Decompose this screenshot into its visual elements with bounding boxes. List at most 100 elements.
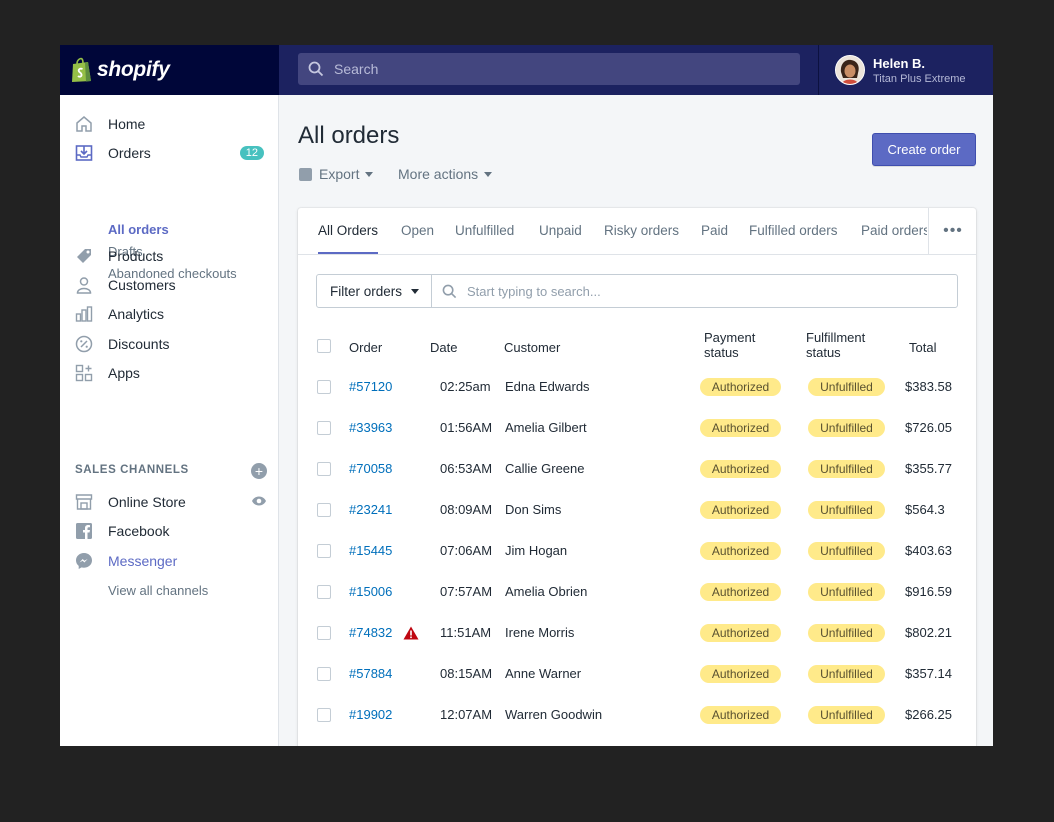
- order-total: $266.25: [905, 707, 952, 722]
- row-checkbox[interactable]: [317, 667, 331, 681]
- order-date: 06:53AM: [440, 461, 493, 476]
- row-checkbox[interactable]: [317, 503, 331, 517]
- sidebar-item-label: Facebook: [108, 523, 170, 539]
- column-header-payment-status[interactable]: Payment status: [704, 330, 755, 360]
- row-checkbox[interactable]: [317, 421, 331, 435]
- table-row[interactable]: #23241 08:09AM Don Sims Authorized Unfulfill…: [298, 489, 976, 530]
- sidebar-item-products[interactable]: Products: [74, 246, 264, 266]
- column-header-total[interactable]: Total: [909, 340, 936, 355]
- order-total: $357.14: [905, 666, 952, 681]
- sidebar-item-label: Discounts: [108, 336, 170, 352]
- more-actions-label: More actions: [398, 166, 479, 182]
- row-checkbox[interactable]: [317, 544, 331, 558]
- user-menu[interactable]: Helen B. Titan Plus Extreme: [818, 45, 993, 95]
- sidebar-item-orders[interactable]: Orders 12: [74, 143, 264, 163]
- facebook-icon: [74, 521, 94, 541]
- brand-area[interactable]: shopify: [60, 45, 279, 95]
- row-checkbox[interactable]: [317, 585, 331, 599]
- payment-status-badge: Authorized: [700, 706, 781, 724]
- table-row[interactable]: #15006 07:57AM Amelia Obrien Authorized Unfu…: [298, 571, 976, 612]
- order-total: $726.05: [905, 420, 952, 435]
- column-header-line: status: [704, 345, 739, 360]
- table-row[interactable]: #33963 01:56AM Amelia Gilbert Authorized Unf…: [298, 407, 976, 448]
- table-row[interactable]: #70058 06:53AM Callie Greene Authorized Unfu…: [298, 448, 976, 489]
- export-button[interactable]: Export: [299, 166, 374, 182]
- sidebar-item-apps[interactable]: Apps: [74, 363, 264, 383]
- add-channel-button[interactable]: +: [251, 463, 267, 479]
- tab-fulfilled-orders[interactable]: Fulfilled orders: [749, 208, 838, 254]
- store-icon: [74, 492, 94, 512]
- tab-unpaid[interactable]: Unpaid: [539, 208, 582, 254]
- order-total: $916.59: [905, 584, 952, 599]
- order-date: 07:06AM: [440, 543, 493, 558]
- tab-paid[interactable]: Paid: [701, 208, 728, 254]
- order-number-link[interactable]: #33963: [349, 407, 392, 448]
- table-row[interactable]: #57884 08:15AM Anne Warner Authorized Unfulf…: [298, 653, 976, 694]
- sidebar-channel-facebook[interactable]: Facebook: [74, 521, 264, 541]
- order-number-link[interactable]: #57120: [349, 366, 392, 407]
- column-header-customer[interactable]: Customer: [504, 340, 560, 355]
- customer-name: Callie Greene: [505, 461, 585, 476]
- sidebar-item-discounts[interactable]: Discounts: [74, 334, 264, 354]
- fulfillment-status-badge: Unfulfilled: [808, 583, 885, 601]
- row-checkbox[interactable]: [317, 708, 331, 722]
- search-icon: [442, 284, 457, 298]
- order-date: 08:09AM: [440, 502, 493, 517]
- order-search-input[interactable]: [465, 282, 929, 300]
- customer-name: Amelia Obrien: [505, 584, 588, 599]
- tab-paid-orders[interactable]: Paid orders: [861, 208, 927, 254]
- column-header-date[interactable]: Date: [430, 340, 457, 355]
- more-tabs-button[interactable]: •••: [928, 208, 977, 254]
- search-bar[interactable]: [298, 53, 800, 85]
- sidebar-subitem-all-orders[interactable]: All orders: [108, 222, 169, 237]
- app-window: shopify Helen B. Titan Plus Extreme: [60, 45, 993, 746]
- table-row[interactable]: #15445 07:06AM Jim Hogan Authorized Unfulfil…: [298, 530, 976, 571]
- more-actions-button[interactable]: More actions: [398, 166, 493, 182]
- order-number-link[interactable]: #74832: [349, 612, 392, 653]
- search-input[interactable]: [332, 60, 776, 78]
- view-all-channels-link[interactable]: View all channels: [108, 583, 208, 598]
- order-number-link[interactable]: #15006: [349, 571, 392, 612]
- column-header-line: status: [806, 345, 841, 360]
- user-name: Helen B.: [873, 55, 926, 71]
- column-header-order[interactable]: Order: [349, 340, 382, 355]
- table-row[interactable]: #19902 12:07AM Warren Goodwin Authorized Unf…: [298, 694, 976, 735]
- row-checkbox[interactable]: [317, 462, 331, 476]
- tab-unfulfilled[interactable]: Unfulfilled: [455, 208, 514, 254]
- avatar-face-icon: [836, 56, 864, 84]
- eye-icon[interactable]: [251, 494, 267, 510]
- fulfillment-status-badge: Unfulfilled: [808, 665, 885, 683]
- order-number-link[interactable]: #15445: [349, 530, 392, 571]
- table-row[interactable]: #57120 02:25am Edna Edwards Authorized Unful…: [298, 366, 976, 407]
- order-number-link[interactable]: #23241: [349, 489, 392, 530]
- sidebar-channel-messenger[interactable]: Messenger: [74, 551, 264, 571]
- avatar[interactable]: [835, 55, 865, 85]
- fulfillment-status-badge: Unfulfilled: [808, 624, 885, 642]
- select-all-checkbox[interactable]: [317, 339, 331, 353]
- order-date: 08:15AM: [440, 666, 493, 681]
- order-number-link[interactable]: #19902: [349, 694, 392, 735]
- tab-all-orders[interactable]: All Orders: [318, 208, 379, 254]
- orders-card: All Orders Open Unfulfilled Unpaid Risky…: [298, 208, 976, 746]
- table-row[interactable]: #74832 11:51AM Irene Morris Authorized Unful…: [298, 612, 976, 653]
- order-number-link[interactable]: #70058: [349, 448, 392, 489]
- tab-open[interactable]: Open: [401, 208, 434, 254]
- sidebar-item-label: Home: [108, 116, 146, 132]
- filter-orders-button[interactable]: Filter orders: [317, 275, 432, 307]
- sidebar-channel-online-store[interactable]: Online Store: [74, 492, 267, 512]
- sidebar-item-analytics[interactable]: Analytics: [74, 304, 264, 324]
- sidebar-item-label: Online Store: [108, 494, 186, 510]
- sidebar-item-home[interactable]: Home: [74, 114, 264, 134]
- order-date: 07:57AM: [440, 584, 493, 599]
- row-checkbox[interactable]: [317, 380, 331, 394]
- sidebar-item-customers[interactable]: Customers: [74, 275, 264, 295]
- create-order-button[interactable]: Create order: [872, 133, 976, 166]
- discount-icon: [74, 334, 94, 354]
- row-checkbox[interactable]: [317, 626, 331, 640]
- column-header-fulfillment-status[interactable]: Fulfillment status: [806, 330, 865, 360]
- tab-risky-orders[interactable]: Risky orders: [604, 208, 679, 254]
- order-search[interactable]: [432, 275, 957, 307]
- order-number-link[interactable]: #57884: [349, 653, 392, 694]
- messenger-icon: [74, 551, 94, 571]
- sales-channels-heading: SALES CHANNELS: [75, 464, 189, 476]
